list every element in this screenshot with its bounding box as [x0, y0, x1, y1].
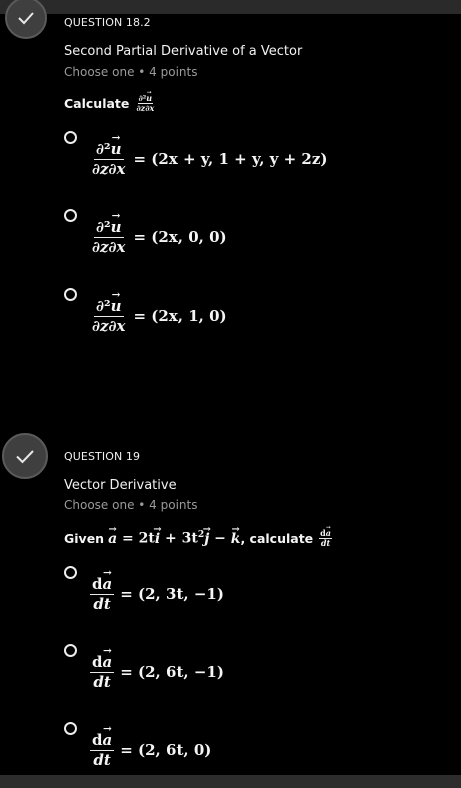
derivative-fraction: da dt	[90, 576, 115, 612]
radio-button[interactable]	[64, 209, 77, 222]
answered-check-icon	[5, 0, 47, 39]
prompt-text: Given	[64, 530, 105, 546]
option-value: = (2, 6t, −1)	[120, 663, 224, 681]
prompt-text-continued: , calculate	[240, 530, 314, 546]
question-number: QUESTION 18.2	[64, 16, 151, 29]
radio-button[interactable]	[64, 722, 77, 735]
derivative-fraction: ∂²u ∂z∂x	[90, 141, 128, 177]
answer-option[interactable]: ∂²u ∂z∂x = (2x, 1, 0)	[64, 288, 227, 334]
question-meta: Choose one • 4 points	[64, 498, 198, 512]
radio-button[interactable]	[64, 288, 77, 301]
top-bar	[0, 0, 461, 14]
question-number: QUESTION 19	[64, 450, 141, 463]
derivative-fraction: ∂²u ∂z∂x	[90, 298, 128, 334]
question-prompt: Given a = 2ti + 3t2j − k , calculate da …	[64, 529, 332, 548]
radio-button[interactable]	[64, 131, 77, 144]
option-value: = (2x, 0, 0)	[133, 228, 227, 246]
question-title: Vector Derivative	[64, 478, 177, 493]
answer-option[interactable]: da dt = (2, 6t, −1)	[64, 644, 224, 690]
option-formula: da dt = (2, 3t, −1)	[90, 576, 224, 612]
answer-option[interactable]: ∂²u ∂z∂x = (2x + y, 1 + y, y + 2z)	[64, 131, 327, 177]
option-formula: ∂²u ∂z∂x = (2x, 0, 0)	[90, 219, 227, 255]
option-formula: ∂²u ∂z∂x = (2x + y, 1 + y, y + 2z)	[90, 141, 327, 177]
answered-check-icon	[2, 433, 48, 479]
radio-button[interactable]	[64, 566, 77, 579]
option-formula: da dt = (2, 6t, 0)	[90, 732, 211, 768]
option-value: = (2x + y, 1 + y, y + 2z)	[133, 150, 328, 168]
question-meta: Choose one • 4 points	[64, 65, 198, 79]
prompt-derivative-math: ∂²u ∂z∂x	[135, 94, 155, 113]
option-value: = (2x, 1, 0)	[133, 307, 227, 325]
option-formula: da dt = (2, 6t, −1)	[90, 654, 224, 690]
derivative-fraction: ∂²u ∂z∂x	[90, 219, 128, 255]
radio-button[interactable]	[64, 644, 77, 657]
question-title: Second Partial Derivative of a Vector	[64, 44, 303, 59]
derivative-fraction: da dt	[90, 654, 115, 690]
vector-definition-math: a = 2ti + 3t2j − k	[108, 529, 240, 547]
answer-option[interactable]: da dt = (2, 3t, −1)	[64, 566, 224, 612]
prompt-text: Calculate	[64, 95, 130, 111]
option-value: = (2, 3t, −1)	[120, 585, 224, 603]
option-formula: ∂²u ∂z∂x = (2x, 1, 0)	[90, 298, 227, 334]
derivative-fraction: da dt	[90, 732, 115, 768]
answer-option[interactable]: da dt = (2, 6t, 0)	[64, 722, 211, 768]
question-prompt: Calculate ∂²u ∂z∂x	[64, 94, 155, 113]
prompt-derivative-math: da dt	[319, 529, 332, 548]
option-value: = (2, 6t, 0)	[120, 741, 212, 759]
answer-option[interactable]: ∂²u ∂z∂x = (2x, 0, 0)	[64, 209, 227, 255]
bottom-bar	[0, 775, 461, 788]
